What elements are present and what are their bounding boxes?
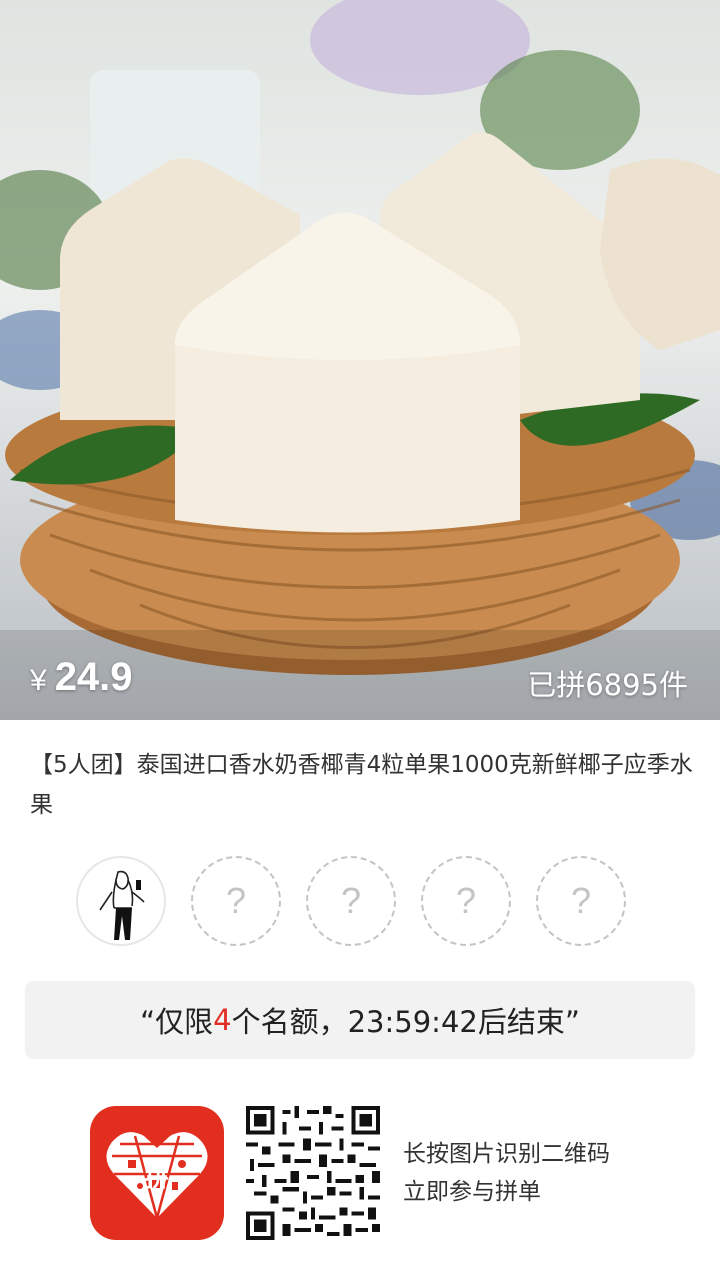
qr-code-icon <box>246 1106 380 1240</box>
quota-countdown-notice: “仅限 4 个名额，23:59:42后结束” <box>25 981 695 1059</box>
price: ¥ 24.9 <box>30 655 133 700</box>
scan-line-2: 立即参与拼单 <box>403 1179 541 1205</box>
qr-code[interactable] <box>246 1106 380 1240</box>
product-image: ¥ 24.9 已拼6895件 <box>0 0 720 720</box>
empty-slot: ? <box>536 856 626 946</box>
member-avatar[interactable] <box>76 856 166 946</box>
user-avatar-icon <box>78 858 164 944</box>
notice-suffix: 个名额，23:59:42后结束” <box>231 1005 580 1039</box>
empty-slot: ? <box>421 856 511 946</box>
empty-slot: ? <box>306 856 396 946</box>
product-title: 【5人团】泰国进口香水奶香椰青4粒单果1000克新鲜椰子应季水果 <box>30 752 693 818</box>
empty-slot: ? <box>191 856 281 946</box>
sold-count: 已拼6895件 <box>527 668 688 702</box>
price-value: 24.9 <box>54 655 133 699</box>
logo-character: 拼 <box>145 1164 169 1192</box>
notice-count: 4 <box>213 1003 232 1037</box>
scan-instructions: 长按图片识别二维码 立即参与拼单 <box>403 1135 610 1211</box>
coconut-basket-illustration <box>0 0 720 720</box>
currency-symbol: ¥ <box>30 664 47 697</box>
group-member-slots: ? ? ? ? <box>76 856 656 952</box>
scan-line-1: 长按图片识别二维码 <box>403 1141 610 1167</box>
notice-prefix: “仅限 <box>140 1005 214 1039</box>
app-logo: 拼 <box>90 1106 224 1240</box>
